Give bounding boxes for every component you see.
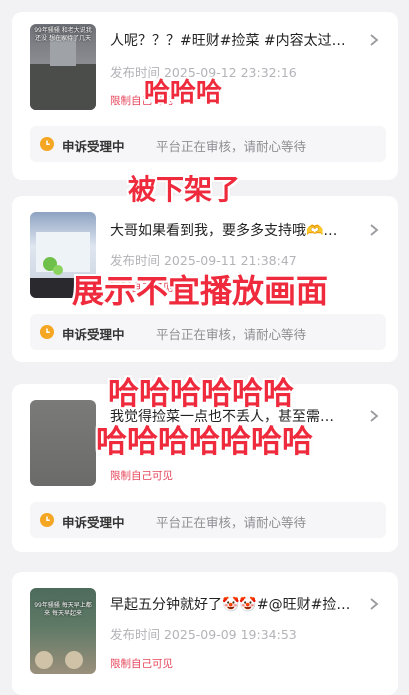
appeal-status-label: 申诉受理中	[62, 139, 125, 154]
restriction-label: 限制自己可见	[110, 470, 173, 482]
appeal-status-message: 平台正在审核，请耐心等待	[156, 515, 307, 530]
appeal-status-bar[interactable]: 申诉受理中 平台正在审核，请耐心等待	[30, 314, 386, 350]
video-title: 人呢？？？#旺财#捡菜 #内容太过…	[110, 33, 346, 49]
chevron-right-icon[interactable]	[366, 32, 382, 48]
clock-icon	[40, 513, 54, 527]
appeal-status-message: 平台正在审核，请耐心等待	[156, 327, 307, 342]
video-thumbnail[interactable]: 99年骚骚 和老大说我还没 想在家待了几天	[30, 24, 96, 110]
overlay-text: 展示不宜播放画面	[72, 272, 329, 310]
video-thumbnail[interactable]	[30, 400, 96, 486]
chevron-right-icon[interactable]	[366, 596, 382, 612]
thumbnail-caption: 99年骚骚 每天早上都来 每天早起来	[34, 602, 92, 617]
appeal-status-message: 平台正在审核，请耐心等待	[156, 139, 307, 154]
video-title: 早起五分钟就好了🤡🤡#@旺财#捡…	[110, 597, 351, 613]
overlay-text: 哈哈哈哈哈哈哈	[96, 424, 313, 460]
appeal-status-label: 申诉受理中	[62, 515, 125, 530]
video-title: 大哥如果看到我，要多多支持哦🫶…	[110, 223, 338, 239]
publish-time: 发布时间 2025-09-09 19:34:53	[110, 627, 297, 642]
chevron-right-icon[interactable]	[366, 222, 382, 238]
restriction-label: 限制自己可见	[110, 658, 173, 670]
clock-icon	[40, 137, 54, 151]
appeal-status-label: 申诉受理中	[62, 327, 125, 342]
appeal-status-bar[interactable]: 申诉受理中 平台正在审核，请耐心等待	[30, 126, 386, 162]
video-thumbnail[interactable]: 99年骚骚 每天早上都来 每天早起来	[30, 588, 96, 674]
clock-icon	[40, 325, 54, 339]
overlay-text: 哈哈哈	[144, 78, 223, 108]
overlay-text: 哈哈哈哈哈哈	[108, 376, 294, 412]
video-card[interactable]: 99年骚骚 每天早上都来 每天早起来 早起五分钟就好了🤡🤡#@旺财#捡… 发布时…	[12, 572, 398, 695]
chevron-right-icon[interactable]	[366, 408, 382, 424]
overlay-text: 被下架了	[128, 173, 241, 206]
thumbnail-caption: 99年骚骚 和老大说我还没 想在家待了几天	[34, 27, 92, 42]
appeal-status-bar[interactable]: 申诉受理中 平台正在审核，请耐心等待	[30, 502, 386, 538]
